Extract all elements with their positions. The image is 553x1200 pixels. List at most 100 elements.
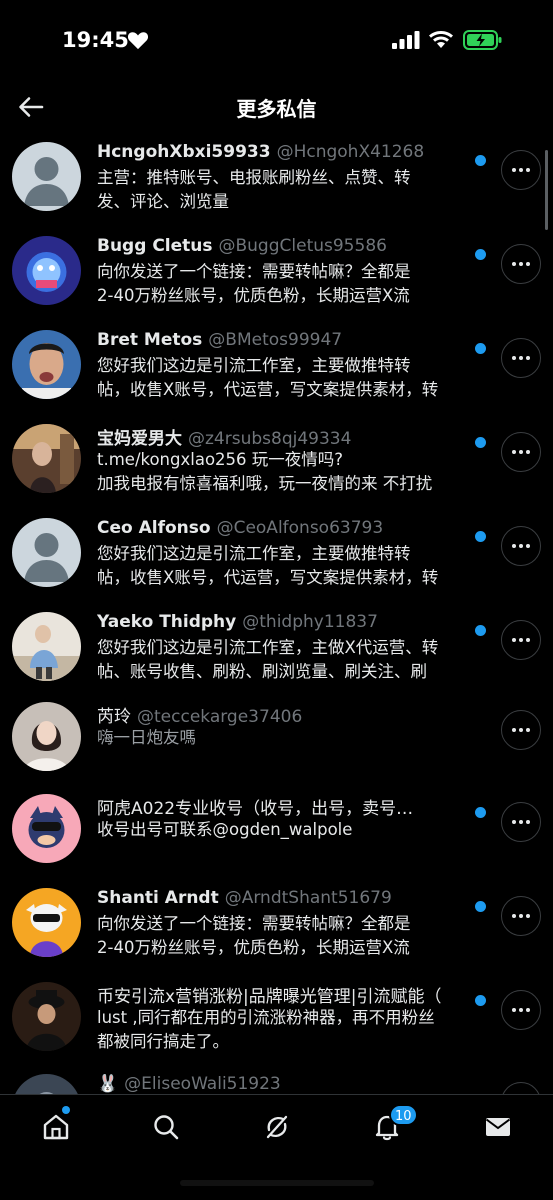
message-preview-line: 发、评论、浏览量 (97, 192, 229, 211)
more-options-button[interactable] (501, 150, 541, 190)
more-dots-icon (512, 1008, 516, 1012)
more-options-button[interactable] (501, 432, 541, 472)
user-handle: @BMetos99947 (208, 330, 343, 350)
status-bar: 19:45 (0, 0, 553, 80)
unread-indicator (475, 155, 486, 166)
more-options-button[interactable] (501, 710, 541, 750)
avatar (12, 982, 81, 1051)
conversation-row[interactable]: Ceo Alfonso @CeoAlfonso63793 您好我们这边是引流工作室… (0, 518, 553, 612)
conversation-row[interactable]: 宝妈爱男大 @z4rsubs8qj49334 t.me/kongxlao256 玩… (0, 424, 553, 518)
message-preview: lust ,同行都在用的引流涨粉神器，再不用粉丝 都被同行搞走了。 (97, 1006, 482, 1054)
conversation-title: Ceo Alfonso @CeoAlfonso63793 (97, 518, 467, 543)
display-name: 阿虎A022专业收号（收号，出号，卖号… (97, 799, 414, 819)
unread-indicator (475, 531, 486, 542)
message-preview-line: 您好我们这边是引流工作室，主要做推特转 (97, 356, 411, 375)
conversation-title: Shanti Arndt @ArndtShant51679 (97, 888, 467, 913)
avatar (12, 612, 81, 681)
battery-icon (463, 30, 502, 50)
avatar (12, 702, 81, 771)
conversation-row[interactable]: 币安引流x营销涨粉|品牌曝光管理|引流赋能（ lust ,同行都在用的引流涨粉神… (0, 982, 553, 1076)
avatar (12, 236, 81, 305)
display-name: HcngohXbxi59933 (97, 142, 271, 162)
message-preview-line: 向你发送了一个链接：需要转帖嘛？全都是 (97, 262, 411, 281)
tab-messages[interactable] (478, 1109, 518, 1145)
user-handle: @EliseoWali51923 (124, 1074, 281, 1094)
message-preview-line: 都被同行搞走了。 (97, 1032, 229, 1051)
message-preview-line: 帖，收售X账号，代运营，写文案提供素材，转 (97, 380, 439, 399)
tab-home[interactable] (36, 1109, 76, 1145)
top-navigation: 更多私信 (0, 80, 553, 134)
conversation-title: Bugg Cletus @BuggCletus95586 (97, 236, 467, 261)
message-preview: 主营：推特账号、电报账刷粉丝、点赞、转 发、评论、浏览量 (97, 166, 482, 214)
display-name: Bret Metos (97, 330, 203, 350)
conversation-row[interactable]: Bugg Cletus @BuggCletus95586 向你发送了一个链接：需要… (0, 236, 553, 330)
message-preview-line: 向你发送了一个链接：需要转帖嘛？全都是 (97, 914, 411, 933)
more-options-button[interactable] (501, 620, 541, 660)
display-name: Bugg Cletus (97, 236, 213, 256)
search-icon (154, 1115, 179, 1140)
conversation-row[interactable]: Bret Metos @BMetos99947 您好我们这边是引流工作室，主要做推… (0, 330, 553, 424)
page-title: 更多私信 (236, 97, 317, 121)
unread-indicator (475, 625, 486, 636)
more-dots-icon (512, 914, 516, 918)
scrollbar[interactable] (545, 150, 548, 230)
message-preview: 向你发送了一个链接：需要转帖嘛？全都是 2-40万粉丝账号，优质色粉，长期运营X流 (97, 260, 482, 308)
display-name: 币安引流x营销涨粉|品牌曝光管理|引流赋能（ (97, 987, 442, 1007)
user-handle: @z4rsubs8qj49334 (188, 429, 352, 449)
tab-grok[interactable] (257, 1109, 297, 1145)
conversation-title: 阿虎A022专业收号（收号，出号，卖号… (97, 794, 467, 819)
avatar (12, 142, 81, 211)
more-options-button[interactable] (501, 990, 541, 1030)
message-preview-line: 2-40万粉丝账号，优质色粉，长期运营X流 (97, 286, 410, 305)
message-preview-line: 加我电报有惊喜福利哦，玩一夜情的来 不打扰 (97, 474, 433, 493)
more-dots-icon (512, 356, 516, 360)
user-handle: @teccekarge37406 (137, 707, 303, 727)
avatar (12, 1074, 81, 1094)
avatar (12, 424, 81, 493)
message-preview-line: 帖、账号收售、刷粉、刷浏览量、刷关注、刷 (97, 662, 427, 681)
avatar (12, 888, 81, 957)
home-indicator (180, 1180, 374, 1186)
more-options-button[interactable] (501, 802, 541, 842)
tab-search[interactable] (146, 1109, 186, 1145)
conversation-title: 宝妈爱男大 @z4rsubs8qj49334 (97, 424, 467, 449)
more-options-button[interactable] (501, 244, 541, 284)
conversation-row[interactable]: Shanti Arndt @ArndtShant51679 向你发送了一个链接：需… (0, 888, 553, 982)
conversation-row[interactable]: Yaeko Thidphy @thidphy11837 您好我们这边是引流工作室，… (0, 612, 553, 706)
message-preview-line: 主营：推特账号、电报账刷粉丝、点赞、转 (97, 168, 411, 187)
more-options-button[interactable] (501, 896, 541, 936)
conversation-title: HcngohXbxi59933 @HcngohX41268 (97, 142, 467, 167)
message-preview: 您好我们这边是引流工作室，主要做推特转 帖，收售X账号，代运营，写文案提供素材，转 (97, 542, 482, 590)
user-handle: @CeoAlfonso63793 (216, 518, 384, 538)
message-preview: 您好我们这边是引流工作室，主要做推特转帖，收售X账号，代运营，写文案提供素材，转 (97, 354, 482, 402)
grok-icon (266, 1115, 288, 1139)
conversation-row[interactable]: HcngohXbxi59933 @HcngohX41268 主营：推特账号、电报账… (0, 142, 553, 236)
notifications-badge: 10 (389, 1104, 418, 1126)
message-preview: 嗨一日炮友嗎 (97, 726, 482, 750)
unread-indicator (475, 437, 486, 448)
conversation-row[interactable]: 阿虎A022专业收号（收号，出号，卖号… 收号出号可联系@ogden_walpo… (0, 794, 553, 888)
unread-indicator (475, 807, 486, 818)
unread-indicator (475, 343, 486, 354)
message-preview: 向你发送了一个链接：需要转帖嘛？全都是 2-40万粉丝账号，优质色粉，长期运营X流 (97, 912, 482, 960)
avatar (12, 794, 81, 863)
conversation-title: 币安引流x营销涨粉|品牌曝光管理|引流赋能（ (97, 982, 467, 1007)
more-options-button[interactable] (501, 526, 541, 566)
more-options-button[interactable] (501, 1082, 541, 1094)
conversation-title: 芮玲 @teccekarge37406 (97, 702, 467, 727)
message-preview: t.me/kongxlao256 玩一夜情吗? 加我电报有惊喜福利哦，玩一夜情的来… (97, 448, 482, 496)
message-preview: 收号出号可联系@ogden_walpole (97, 818, 482, 842)
more-dots-icon (512, 262, 516, 266)
display-name: Yaeko Thidphy (97, 612, 237, 632)
display-name: Shanti Arndt (97, 888, 219, 908)
avatar (12, 518, 81, 587)
more-options-button[interactable] (501, 338, 541, 378)
conversation-row[interactable]: 🐰 @EliseoWali51923 (0, 1074, 553, 1094)
user-handle: @BuggCletus95586 (218, 236, 387, 256)
display-name: 宝妈爱男大 (97, 429, 182, 449)
more-dots-icon (512, 168, 516, 172)
user-handle: @ArndtShant51679 (224, 888, 392, 908)
wifi-icon (429, 31, 453, 48)
conversation-row[interactable]: 芮玲 @teccekarge37406 嗨一日炮友嗎 (0, 702, 553, 796)
user-handle: @thidphy11837 (242, 612, 378, 632)
